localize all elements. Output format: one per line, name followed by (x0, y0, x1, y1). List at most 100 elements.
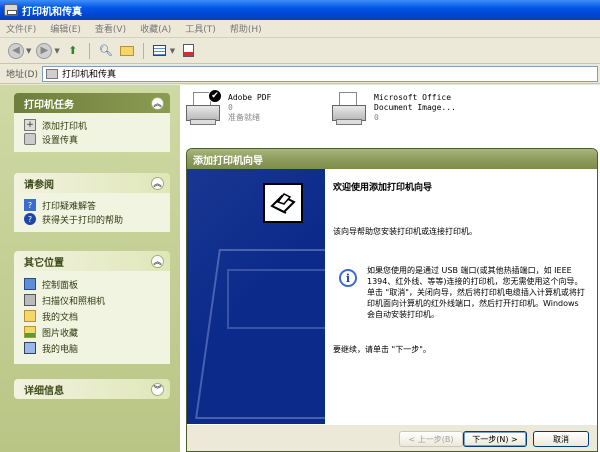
menu-favorites[interactable]: 收藏(A) (140, 22, 171, 35)
link-print-help-label: 获得关于打印的帮助 (42, 215, 124, 226)
search-icon: 🔍︎ (98, 44, 113, 57)
address-input[interactable]: 打印机和传真 (41, 65, 598, 82)
toolbar-separator (88, 42, 90, 59)
forward-button[interactable]: ▶ (36, 42, 53, 59)
back-dropdown-icon[interactable]: ▼ (26, 47, 31, 55)
info-icon: i (339, 269, 357, 287)
link-scanners-cameras-label: 扫描仪和照相机 (42, 296, 106, 307)
toolbar: ◀ ▼ ▶ ▼ ⬆ 🔍︎ ▼ (0, 38, 600, 64)
see-also-body: ? 打印疑难解答 ? 获得关于打印的帮助 (14, 193, 170, 232)
menu-help[interactable]: 帮助(H) (230, 22, 262, 35)
cancel-button[interactable]: 取消 (533, 431, 589, 447)
back-button[interactable]: < 上一步(B) (399, 431, 463, 447)
link-print-troubleshooter-label: 打印疑难解答 (42, 201, 97, 212)
wizard-info-text: 如果您使用的是通过 USB 端口(或其他热插端口，如 IEEE 1394、红外线… (367, 266, 585, 319)
see-also-title: 请参阅 (24, 179, 54, 191)
other-places-title: 其它位置 (24, 257, 64, 269)
collapse-chevron-icon[interactable]: ︽ (151, 96, 164, 110)
menu-file[interactable]: 文件(F) (6, 22, 36, 35)
wizard-continue-text: 要继续，请单击 "下一步"。 (333, 345, 431, 354)
printer-tasks-title: 打印机任务 (24, 99, 74, 111)
printer-name: Adobe PDF (228, 93, 272, 102)
other-places-panel: 其它位置 ︽ 控制面板 扫描仪和照相机 我的文档 图片收藏 我的电脑 (14, 251, 170, 364)
computer-icon (24, 342, 36, 354)
link-control-panel[interactable]: 控制面板 (24, 276, 162, 292)
views-dropdown-icon[interactable]: ▼ (170, 47, 175, 55)
details-title: 详细信息 (24, 385, 64, 397)
properties-icon (182, 44, 194, 57)
link-my-computer-label: 我的电脑 (42, 344, 79, 355)
link-print-help[interactable]: ? 获得关于打印的帮助 (24, 212, 162, 226)
printer-item[interactable]: Microsoft Office Document Image... 0 (330, 89, 456, 129)
see-also-header[interactable]: 请参阅 ︽ (14, 173, 170, 193)
link-my-documents-label: 我的文档 (42, 312, 79, 323)
fax-icon (24, 133, 36, 145)
next-button[interactable]: 下一步(N) > (463, 431, 527, 447)
link-my-computer[interactable]: 我的电脑 (24, 340, 162, 356)
link-my-documents[interactable]: 我的文档 (24, 308, 162, 324)
menu-bar: 文件(F) 编辑(E) 查看(V) 收藏(A) 工具(T) 帮助(H) (0, 20, 600, 38)
up-folder-button[interactable]: ⬆ (65, 43, 81, 59)
printer-item[interactable]: ✔ Adobe PDF 0 准备就绪 (184, 89, 271, 129)
add-printer-icon: + (24, 119, 36, 131)
search-button[interactable]: 🔍︎ (98, 43, 114, 59)
up-folder-icon: ⬆ (68, 44, 78, 57)
window-titlebar: 打印机和传真 (0, 0, 600, 20)
task-add-printer-label: 添加打印机 (42, 121, 88, 132)
wizard-banner (187, 169, 369, 424)
collapse-chevron-icon[interactable]: ︽ (151, 176, 164, 190)
printer-tasks-header[interactable]: 打印机任务 ︽ (14, 93, 170, 113)
printer-name-line2: Document Image... (374, 103, 456, 112)
other-places-body: 控制面板 扫描仪和照相机 我的文档 图片收藏 我的电脑 (14, 271, 170, 364)
printer-tasks-body: + 添加打印机 设置传真 (14, 113, 170, 152)
task-add-printer[interactable]: + 添加打印机 (24, 118, 162, 132)
printer-folder-icon (45, 68, 58, 79)
wizard-content: 欢迎使用添加打印机向导 该向导帮助您安装打印机或连接打印机。 i 如果您使用的是… (325, 169, 597, 424)
add-printer-wizard-dialog: 添加打印机向导 欢迎使用添加打印机向导 该向导帮助您安装打印机或连接打印机。 i… (186, 148, 598, 452)
address-bar: 地址(D) 打印机和传真 (0, 64, 600, 84)
link-scanners-cameras[interactable]: 扫描仪和照相机 (24, 292, 162, 308)
collapse-chevron-icon[interactable]: ︽ (151, 254, 164, 268)
address-label: 地址(D) (6, 70, 38, 80)
task-setup-fax-label: 设置传真 (42, 135, 79, 146)
forward-dropdown-icon[interactable]: ▼ (54, 47, 59, 55)
wizard-printer-logo-icon (263, 183, 303, 223)
menu-edit[interactable]: 编辑(E) (50, 22, 81, 35)
back-arrow-icon: ◀ (12, 45, 20, 56)
details-header[interactable]: 详细信息 ︾ (14, 379, 170, 399)
folder-icon (119, 45, 134, 56)
menu-tools[interactable]: 工具(T) (185, 22, 216, 35)
help-book-icon: ? (24, 199, 36, 211)
task-pane: 打印机任务 ︽ + 添加打印机 设置传真 请参阅 ︽ ? 打印疑难解答 ? 获得… (0, 85, 180, 452)
properties-button[interactable] (180, 43, 196, 59)
see-also-panel: 请参阅 ︽ ? 打印疑难解答 ? 获得关于打印的帮助 (14, 173, 170, 232)
wizard-title: 添加打印机向导 (193, 155, 263, 167)
expand-chevron-icon[interactable]: ︾ (151, 382, 164, 396)
folders-button[interactable] (119, 43, 135, 59)
scanner-icon (24, 294, 36, 306)
default-printer-check-icon: ✔ (208, 89, 222, 103)
back-button[interactable]: ◀ (8, 42, 24, 59)
views-icon (153, 45, 167, 56)
toolbar-separator (142, 42, 144, 59)
printer-folder-icon (4, 4, 18, 16)
details-panel: 详细信息 ︾ (14, 379, 170, 399)
views-button[interactable] (152, 43, 168, 59)
wizard-button-bar: < 上一步(B) 下一步(N) > 取消 (187, 424, 597, 451)
link-print-troubleshooter[interactable]: ? 打印疑难解答 (24, 198, 162, 212)
printer-name: Microsoft Office (374, 93, 452, 102)
forward-arrow-icon: ▶ (40, 45, 49, 56)
control-panel-icon (24, 278, 36, 290)
printer-tasks-panel: 打印机任务 ︽ + 添加打印机 设置传真 (14, 93, 170, 152)
printer-count: 0 (228, 103, 233, 112)
wizard-titlebar[interactable]: 添加打印机向导 (187, 149, 597, 169)
address-value: 打印机和传真 (61, 70, 116, 80)
other-places-header[interactable]: 其它位置 ︽ (14, 251, 170, 271)
help-icon: ? (24, 213, 36, 225)
printer-status: 准备就绪 (228, 113, 260, 122)
wizard-info-block: i 如果您使用的是通过 USB 端口(或其他热插端口，如 IEEE 1394、红… (333, 265, 589, 320)
task-setup-fax[interactable]: 设置传真 (24, 132, 162, 146)
menu-view[interactable]: 查看(V) (95, 22, 126, 35)
link-my-pictures[interactable]: 图片收藏 (24, 324, 162, 340)
wizard-intro: 该向导帮助您安装打印机或连接打印机。 (333, 227, 477, 236)
